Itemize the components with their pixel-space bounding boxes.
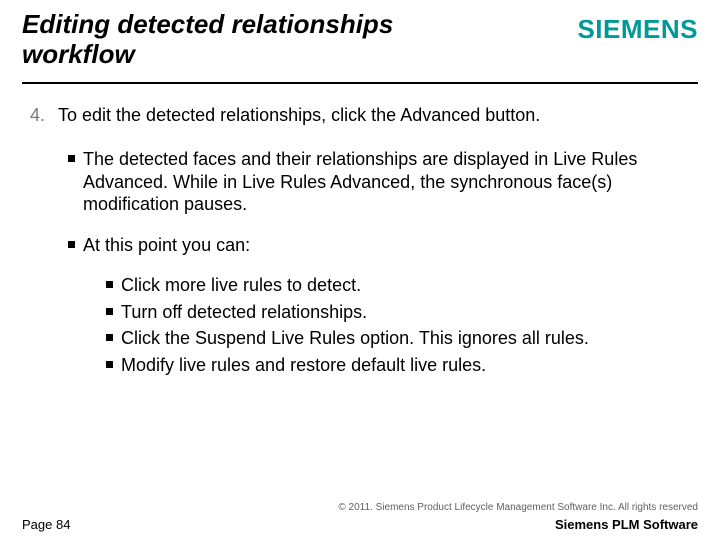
bullet-text: The detected faces and their relationshi… (83, 148, 690, 216)
square-bullet-icon (68, 241, 75, 248)
bullet-item: The detected faces and their relationshi… (68, 148, 690, 216)
bullet-text: Modify live rules and restore default li… (121, 354, 690, 377)
step-text: To edit the detected relationships, clic… (58, 104, 690, 127)
step-item: 4. To edit the detected relationships, c… (30, 104, 690, 127)
bullet-item: At this point you can: (68, 234, 690, 257)
sub-bullet-item: Click the Suspend Live Rules option. Thi… (106, 327, 690, 350)
sub-bullet-item: Click more live rules to detect. (106, 274, 690, 297)
footer-brand: Siemens PLM Software (555, 517, 698, 532)
slide-footer: © 2011. Siemens Product Lifecycle Manage… (0, 502, 720, 532)
copyright-text: © 2011. Siemens Product Lifecycle Manage… (22, 502, 698, 513)
square-bullet-icon (106, 334, 113, 341)
slide-title: Editing detected relationships workflow (22, 10, 462, 70)
slide-content: 4. To edit the detected relationships, c… (0, 84, 720, 377)
square-bullet-icon (106, 308, 113, 315)
bullet-text: Click the Suspend Live Rules option. Thi… (121, 327, 690, 350)
sub-bullet-item: Modify live rules and restore default li… (106, 354, 690, 377)
bullet-text: At this point you can: (83, 234, 690, 257)
slide-header: Editing detected relationships workflow … (0, 0, 720, 82)
page-number: Page 84 (22, 517, 70, 532)
square-bullet-icon (106, 361, 113, 368)
bullet-text: Turn off detected relationships. (121, 301, 690, 324)
bullet-text: Click more live rules to detect. (121, 274, 690, 297)
square-bullet-icon (68, 155, 75, 162)
square-bullet-icon (106, 281, 113, 288)
siemens-logo: SIEMENS (577, 10, 698, 45)
step-number: 4. (30, 104, 58, 127)
sub-bullet-item: Turn off detected relationships. (106, 301, 690, 324)
